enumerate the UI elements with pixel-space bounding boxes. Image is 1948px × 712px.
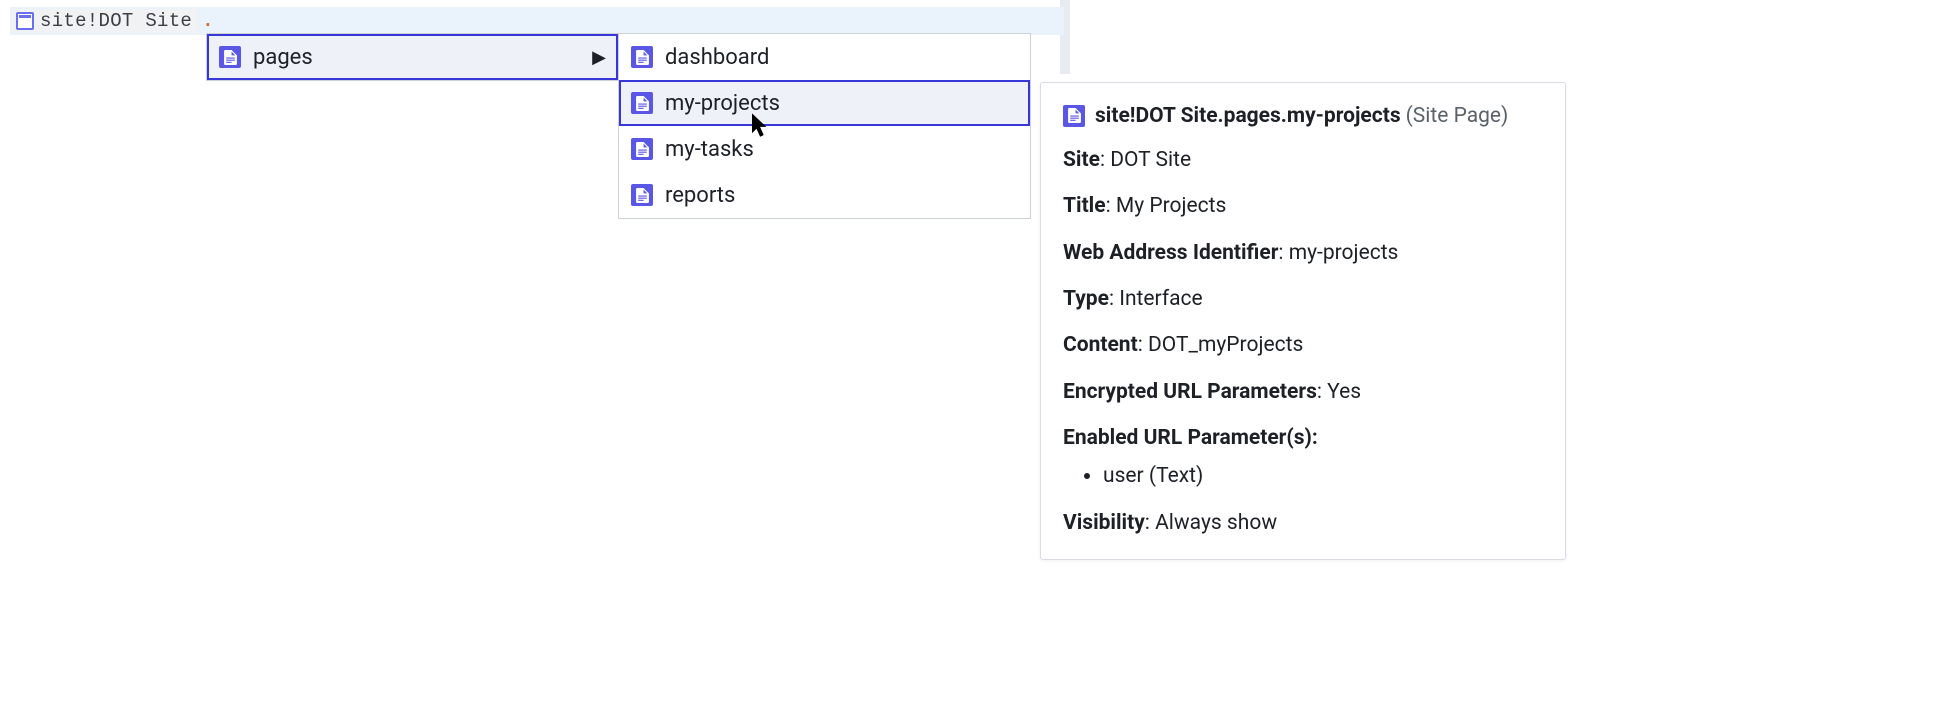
detail-site: Site: DOT Site xyxy=(1063,146,1543,174)
enabled-param-item: user (Text) xyxy=(1103,462,1543,490)
detail-header: site!DOT Site.pages.my-projects (Site Pa… xyxy=(1063,103,1543,128)
file-icon xyxy=(631,138,653,160)
detail-title-row: Title: My Projects xyxy=(1063,192,1543,220)
detail-enabled-params: Enabled URL Parameter(s): user (Text) xyxy=(1063,424,1543,491)
detail-type: (Site Page) xyxy=(1406,104,1509,128)
menu-item-my-tasks[interactable]: my-tasks xyxy=(619,126,1030,172)
detail-encrypted: Encrypted URL Parameters: Yes xyxy=(1063,378,1543,406)
menu-item-my-projects[interactable]: my-projects xyxy=(619,80,1030,126)
menu-item-label: dashboard xyxy=(665,45,769,70)
file-icon xyxy=(219,46,241,68)
menu-item-label: pages xyxy=(253,45,313,70)
site-icon xyxy=(16,12,34,30)
menu-item-label: reports xyxy=(665,183,735,208)
menu-item-pages[interactable]: pages ▶ xyxy=(207,34,618,80)
detail-type-row: Type: Interface xyxy=(1063,285,1543,313)
menu-item-label: my-projects xyxy=(665,91,780,116)
chevron-right-icon: ▶ xyxy=(592,47,606,68)
file-icon xyxy=(631,184,653,206)
site-chip[interactable]: site!DOT Site xyxy=(12,9,198,33)
menu-item-dashboard[interactable]: dashboard xyxy=(619,34,1030,80)
file-icon xyxy=(631,46,653,68)
detail-content: Content: DOT_myProjects xyxy=(1063,331,1543,359)
autocomplete-menu-level-1: pages ▶ xyxy=(206,33,619,81)
menu-item-reports[interactable]: reports xyxy=(619,172,1030,218)
site-chip-text: site!DOT Site xyxy=(40,10,192,32)
enabled-params-list: user (Text) xyxy=(1103,462,1543,490)
file-icon xyxy=(631,92,653,114)
file-icon xyxy=(1063,105,1085,127)
expression-bar[interactable]: site!DOT Site . xyxy=(10,7,1064,35)
dot-operator: . xyxy=(202,10,213,32)
detail-wai: Web Address Identifier: my-projects xyxy=(1063,239,1543,267)
detail-visibility: Visibility: Always show xyxy=(1063,509,1543,537)
detail-title: site!DOT Site.pages.my-projects xyxy=(1095,104,1401,128)
menu-item-label: my-tasks xyxy=(665,137,754,162)
autocomplete-menu-level-2: dashboard my-projects my-tasks reports xyxy=(618,33,1031,219)
detail-panel: site!DOT Site.pages.my-projects (Site Pa… xyxy=(1040,82,1566,560)
